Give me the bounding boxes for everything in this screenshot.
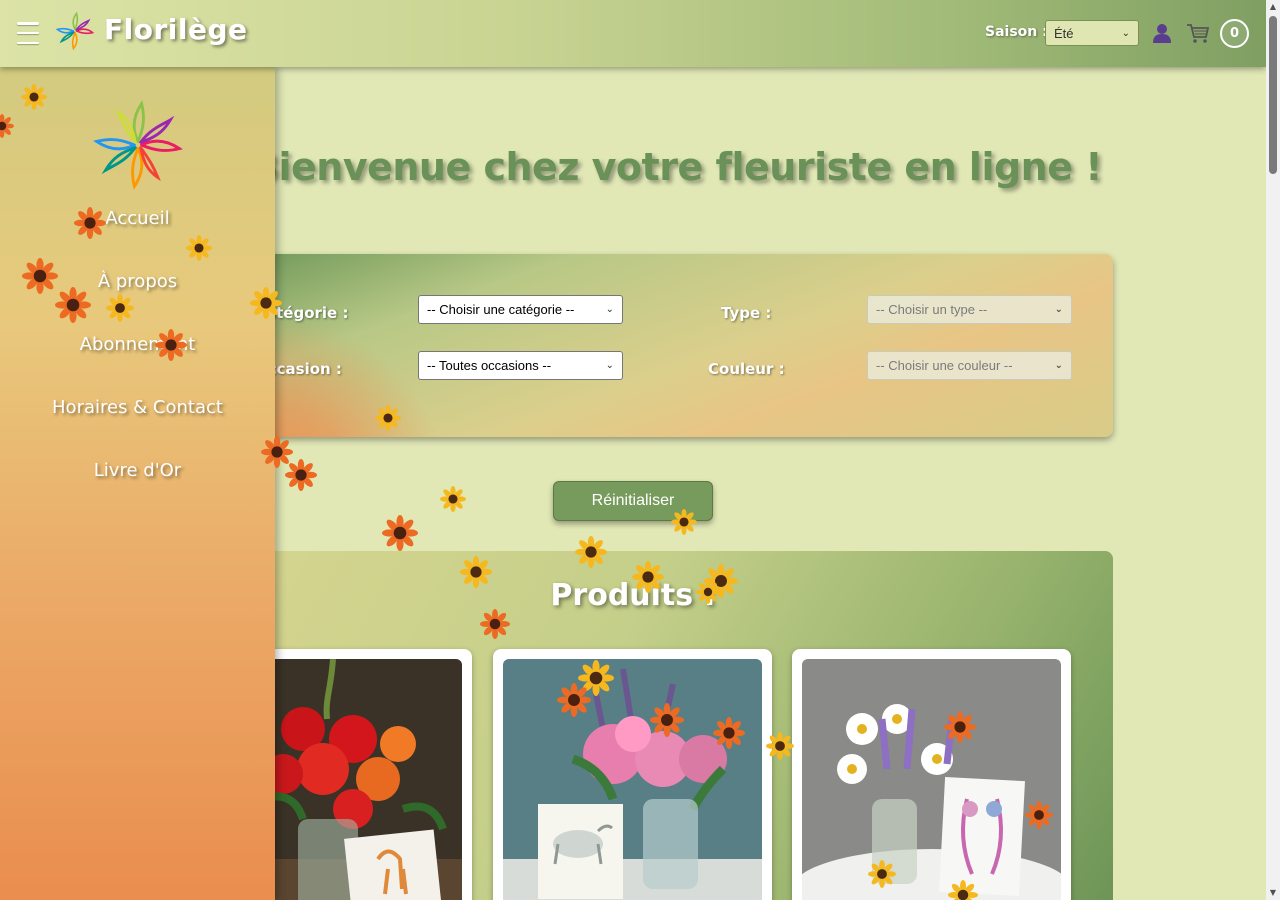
scroll-down-arrow-icon[interactable]: ▼: [1266, 886, 1280, 900]
hamburger-menu-icon[interactable]: [17, 22, 39, 44]
reset-button[interactable]: Réinitialiser: [553, 481, 713, 521]
logo-icon[interactable]: [55, 11, 95, 51]
product-card[interactable]: [493, 649, 772, 900]
chevron-down-icon: ⌄: [605, 304, 614, 315]
sunflower-icon: [382, 515, 418, 551]
occasion-select[interactable]: -- Toutes occasions -- ⌄: [418, 351, 623, 380]
welcome-heading: Bienvenue chez votre fleuriste en ligne …: [250, 145, 1103, 189]
category-select[interactable]: -- Choisir une catégorie -- ⌄: [418, 295, 623, 324]
chevron-down-icon: ⌄: [1121, 27, 1130, 39]
occasion-select-value: -- Toutes occasions --: [427, 358, 552, 373]
sidebar-item-livre-dor[interactable]: Livre d'Or: [0, 460, 275, 481]
scroll-up-arrow-icon[interactable]: ▲: [1266, 0, 1280, 14]
product-image-pink-peonies: [503, 659, 762, 900]
filter-panel: [230, 254, 1113, 437]
sidebar-item-abonnement[interactable]: Abonnement: [0, 334, 275, 355]
type-select[interactable]: -- Choisir un type -- ⌄: [867, 295, 1072, 324]
type-label: Type :: [721, 304, 772, 322]
sidebar: Accueil À propos Abonnement Horaires & C…: [0, 67, 275, 900]
scroll-thumb[interactable]: [1269, 16, 1277, 174]
cart-count-badge[interactable]: 0: [1220, 19, 1249, 48]
chevron-down-icon: ⌄: [1054, 304, 1063, 315]
brand-name[interactable]: Florilège: [104, 13, 248, 46]
product-card[interactable]: [792, 649, 1071, 900]
season-label: Saison :: [985, 24, 1048, 40]
type-select-value: -- Choisir un type --: [876, 302, 988, 317]
season-select-value: Été: [1054, 25, 1074, 41]
sidebar-item-horaires-contact[interactable]: Horaires & Contact: [0, 397, 275, 418]
color-select[interactable]: -- Choisir une couleur -- ⌄: [867, 351, 1072, 380]
color-label: Couleur :: [708, 360, 785, 378]
cart-icon[interactable]: [1186, 22, 1210, 44]
category-select-value: -- Choisir une catégorie --: [427, 302, 575, 317]
chevron-down-icon: ⌄: [1054, 360, 1063, 371]
logo-icon: [93, 100, 183, 190]
user-icon[interactable]: [1151, 22, 1173, 44]
top-header: Florilège Saison : Été ⌄ 0: [0, 0, 1266, 67]
product-image-daisies: [802, 659, 1061, 900]
sunflower-icon: [285, 459, 317, 491]
season-select[interactable]: Été ⌄: [1045, 20, 1139, 46]
sunflower-icon: [440, 486, 466, 512]
chevron-down-icon: ⌄: [605, 360, 614, 371]
color-select-value: -- Choisir une couleur --: [876, 358, 1013, 373]
vertical-scrollbar[interactable]: ▲ ▼: [1266, 0, 1280, 900]
sidebar-item-a-propos[interactable]: À propos: [0, 271, 275, 292]
sidebar-item-accueil[interactable]: Accueil: [0, 208, 275, 229]
